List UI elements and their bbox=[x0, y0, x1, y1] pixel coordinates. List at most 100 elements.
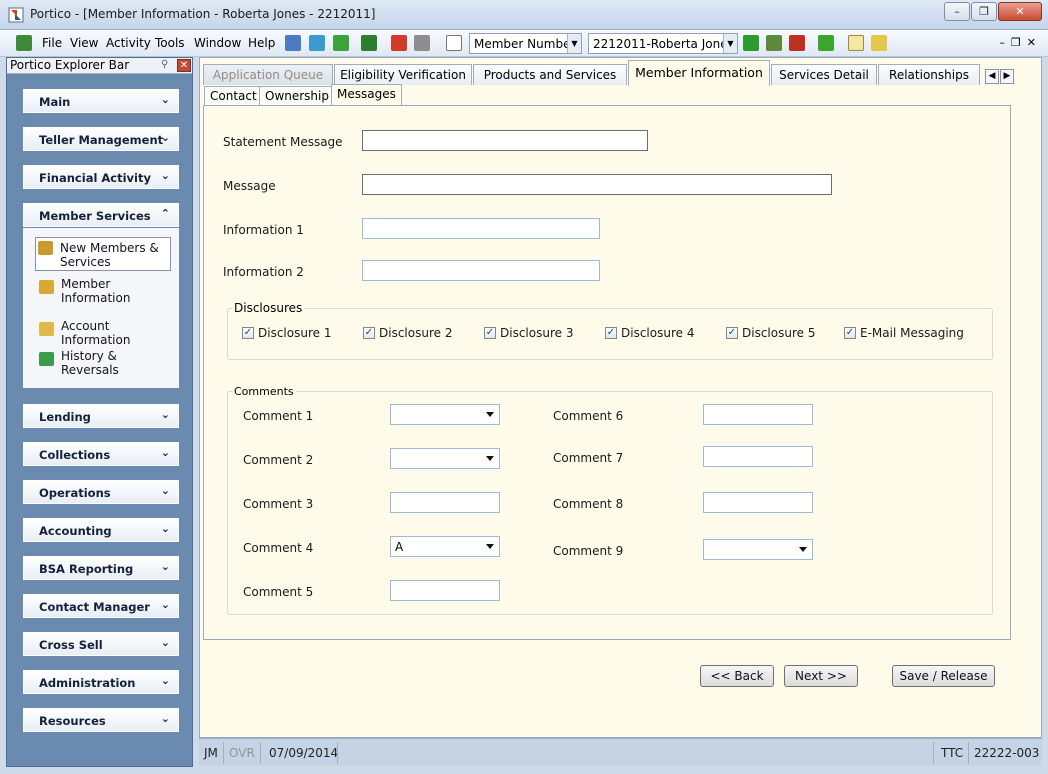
menu-tools[interactable]: Tools bbox=[155, 36, 185, 50]
explorer-toggle-icon[interactable] bbox=[16, 35, 32, 51]
minimize-button[interactable]: – bbox=[944, 2, 970, 21]
subtab-contact[interactable]: Contact bbox=[204, 86, 263, 105]
disclosure-4-checkbox[interactable]: ✓ Disclosure 4 bbox=[605, 326, 694, 340]
group-main[interactable]: Main ⌄ bbox=[23, 89, 179, 113]
chevron-left-icon[interactable]: ◀ bbox=[985, 69, 999, 84]
comment-1-select[interactable] bbox=[390, 404, 500, 425]
close-button[interactable]: ✕ bbox=[998, 2, 1042, 21]
group-collections[interactable]: Collections ⌄ bbox=[23, 442, 179, 466]
pin-icon[interactable]: ⚲ bbox=[161, 59, 175, 72]
information-1-input[interactable] bbox=[362, 218, 600, 239]
comment-9-select[interactable] bbox=[703, 539, 813, 560]
nav-label: Member Information bbox=[61, 277, 131, 305]
clipboard-icon[interactable] bbox=[818, 35, 834, 51]
calculator-icon[interactable] bbox=[285, 35, 301, 51]
disclosure-2-checkbox[interactable]: ✓ Disclosure 2 bbox=[363, 326, 452, 340]
next-button[interactable]: Next >> bbox=[784, 665, 858, 687]
history-icon bbox=[39, 352, 54, 366]
comment-3-input[interactable] bbox=[390, 492, 500, 513]
group-label: Teller Management bbox=[39, 133, 164, 147]
chevron-right-icon[interactable]: ▶ bbox=[1000, 69, 1014, 84]
alert-icon[interactable] bbox=[789, 35, 805, 51]
comment-4-select[interactable]: A bbox=[390, 536, 500, 557]
comment-8-input[interactable] bbox=[703, 492, 813, 513]
comment-7-label: Comment 7 bbox=[553, 451, 624, 465]
tab-scroll-arrows: ◀ ▶ bbox=[985, 67, 1015, 84]
group-administration[interactable]: Administration ⌄ bbox=[23, 670, 179, 694]
status-date: 07/09/2014 bbox=[269, 746, 339, 760]
group-resources[interactable]: Resources ⌄ bbox=[23, 708, 179, 732]
group-financial-activity[interactable]: Financial Activity ⌄ bbox=[23, 165, 179, 189]
comment-2-select[interactable] bbox=[390, 448, 500, 469]
status-divider bbox=[337, 742, 338, 764]
status-divider bbox=[260, 742, 261, 764]
tab-services-detail[interactable]: Services Detail bbox=[771, 64, 877, 85]
search-type-select[interactable]: Member Numbe ▼ bbox=[469, 33, 582, 54]
comment-2-label: Comment 2 bbox=[243, 453, 314, 467]
chevron-down-icon bbox=[486, 412, 494, 417]
disclosure-3-checkbox[interactable]: ✓ Disclosure 3 bbox=[484, 326, 573, 340]
tab-eligibility-verification[interactable]: Eligibility Verification bbox=[334, 64, 472, 85]
menu-file[interactable]: File bbox=[42, 36, 62, 50]
back-button[interactable]: << Back bbox=[700, 665, 774, 687]
group-member-services[interactable]: Member Services ⌃ bbox=[23, 203, 179, 227]
envelope-icon[interactable] bbox=[848, 35, 864, 51]
chevron-down-icon: ⌄ bbox=[160, 598, 170, 611]
transfer-icon[interactable] bbox=[309, 35, 325, 51]
cash-icon[interactable] bbox=[361, 35, 377, 51]
nav-account-information[interactable]: Account Information bbox=[37, 319, 173, 347]
group-label: Lending bbox=[39, 410, 91, 424]
new-document-icon[interactable] bbox=[446, 35, 462, 51]
disclosure-1-checkbox[interactable]: ✓ Disclosure 1 bbox=[242, 326, 331, 340]
dollar-icon[interactable] bbox=[333, 35, 349, 51]
member-select[interactable]: 2212011-Roberta Jone ▼ bbox=[588, 33, 738, 54]
comment-5-input[interactable] bbox=[390, 580, 500, 601]
menu-window[interactable]: Window bbox=[194, 36, 241, 50]
tab-relationships[interactable]: Relationships bbox=[878, 64, 980, 85]
subtab-ownership[interactable]: Ownership bbox=[259, 86, 335, 105]
group-bsa-reporting[interactable]: BSA Reporting ⌄ bbox=[23, 556, 179, 580]
nav-history-reversals[interactable]: History & Reversals bbox=[37, 349, 173, 377]
comment-9-label: Comment 9 bbox=[553, 544, 624, 558]
nav-label: Account Information bbox=[61, 319, 131, 347]
nav-member-information[interactable]: Member Information bbox=[37, 277, 173, 305]
go-arrow-icon[interactable] bbox=[743, 35, 759, 51]
group-accounting[interactable]: Accounting ⌄ bbox=[23, 518, 179, 542]
chevron-down-icon: ⌄ bbox=[160, 522, 170, 535]
tab-products-and-services[interactable]: Products and Services bbox=[473, 64, 627, 85]
menu-activity[interactable]: Activity bbox=[106, 36, 151, 50]
disclosure-5-checkbox[interactable]: ✓ Disclosure 5 bbox=[726, 326, 815, 340]
status-code: 22222-003 bbox=[974, 746, 1040, 760]
status-ovr: OVR bbox=[229, 746, 255, 760]
redo-arrow-icon[interactable] bbox=[391, 35, 407, 51]
group-teller-management[interactable]: Teller Management ⌄ bbox=[23, 127, 179, 151]
comment-6-input[interactable] bbox=[703, 404, 813, 425]
books-icon[interactable] bbox=[766, 35, 782, 51]
save-release-button[interactable]: Save / Release bbox=[892, 665, 995, 687]
group-lending[interactable]: Lending ⌄ bbox=[23, 404, 179, 428]
close-explorer-icon[interactable]: ✕ bbox=[177, 59, 191, 72]
nav-new-members-services[interactable]: New Members & Services bbox=[35, 237, 171, 271]
message-input[interactable] bbox=[362, 174, 832, 195]
information-2-input[interactable] bbox=[362, 260, 600, 281]
tab-member-information[interactable]: Member Information bbox=[628, 60, 770, 86]
star-icon[interactable] bbox=[871, 35, 887, 51]
comment-7-input[interactable] bbox=[703, 446, 813, 467]
comment-5-label: Comment 5 bbox=[243, 585, 314, 599]
group-contact-manager[interactable]: Contact Manager ⌄ bbox=[23, 594, 179, 618]
mdi-window-controls[interactable]: –❐✕ bbox=[999, 36, 1042, 49]
subtab-messages[interactable]: Messages bbox=[331, 84, 402, 105]
menu-help[interactable]: Help bbox=[248, 36, 275, 50]
status-ttc: TTC bbox=[941, 746, 964, 760]
statement-message-input[interactable] bbox=[362, 130, 648, 151]
search-type-value: Member Numbe bbox=[474, 37, 571, 51]
group-cross-sell[interactable]: Cross Sell ⌄ bbox=[23, 632, 179, 656]
menu-view[interactable]: View bbox=[70, 36, 98, 50]
printer-icon[interactable] bbox=[414, 35, 430, 51]
main-content: Application Queue Eligibility Verificati… bbox=[199, 57, 1042, 738]
group-operations[interactable]: Operations ⌄ bbox=[23, 480, 179, 504]
restore-button[interactable]: ❐ bbox=[971, 2, 997, 21]
group-label: Resources bbox=[39, 714, 106, 728]
email-messaging-checkbox[interactable]: ✓ E-Mail Messaging bbox=[844, 326, 964, 340]
tab-application-queue[interactable]: Application Queue bbox=[203, 64, 333, 85]
